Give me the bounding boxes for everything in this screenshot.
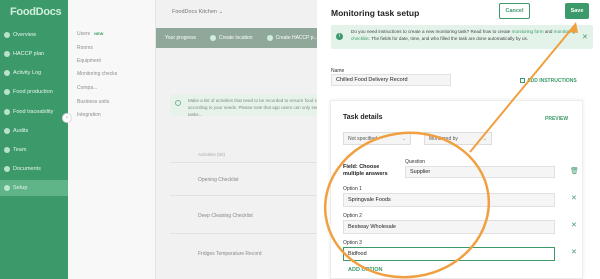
sidebar-item-label: Team [13, 147, 27, 153]
preview-button[interactable]: PREVIEW [545, 116, 568, 122]
sidebar-item-activity-log[interactable]: Activity Log [0, 66, 68, 80]
add-option-button[interactable]: ADD OPTION [348, 267, 383, 273]
tip-text: Make a list of activities that need to b… [188, 98, 331, 117]
info-text-part: Do you need instructions to create a new… [351, 29, 512, 34]
sidebar-item-setup[interactable]: Setup [0, 180, 68, 196]
sidebar-item-overview[interactable]: Overview [0, 28, 68, 42]
option-label: Option 1 [343, 186, 362, 192]
check-icon [266, 35, 273, 41]
option-field[interactable] [343, 220, 555, 234]
option-label: Option 2 [343, 213, 362, 219]
progress-step-label: Create HACCP p... [275, 35, 318, 41]
frequency-select[interactable]: Not specified ⌄ [343, 132, 411, 145]
remove-option-icon[interactable]: ✕ [571, 221, 577, 229]
subnav-item-monitoring-checks[interactable]: Monitoring checks [77, 71, 117, 77]
documents-icon [4, 166, 10, 172]
food-production-icon [4, 89, 10, 95]
sidebar-item-label: Setup [13, 185, 28, 191]
activity-row[interactable]: Fridges Temperature Record [198, 251, 262, 257]
sidebar-item-label: Food production [13, 89, 53, 95]
remove-option-icon[interactable]: ✕ [571, 248, 577, 256]
chevron-down-icon: ⌄ [218, 9, 224, 15]
activity-log-icon [4, 70, 10, 76]
collapse-sidebar-button[interactable]: ‹ [62, 113, 72, 123]
activities-header: Activities (50) [198, 152, 226, 157]
select-value: Not specified [348, 136, 377, 142]
info-text-part: and [543, 29, 554, 34]
progress-step[interactable]: Create location [209, 35, 253, 41]
task-details-card: Task details PREVIEW Not specified ⌄ Moni… [330, 100, 583, 279]
sidebar-item-documents[interactable]: Documents [0, 162, 68, 176]
traceability-icon [4, 109, 10, 115]
sidebar-item-food-production[interactable]: Food production [0, 85, 68, 99]
check-icon [209, 35, 216, 41]
option-field[interactable] [343, 193, 555, 207]
subnav-item-users[interactable]: Users NEW [77, 31, 103, 37]
cancel-button[interactable]: Cancel [499, 3, 530, 19]
instructions-info-box: i Do you need instructions to create a n… [331, 25, 593, 49]
sidebar-item-label: Overview [13, 32, 36, 38]
task-details-title: Task details [343, 114, 383, 121]
location-selector[interactable]: FoodDocs Kitchen ⌄ [172, 9, 223, 15]
progress-step[interactable]: Create HACCP p... [266, 35, 318, 41]
option-label: Option 3 [343, 240, 362, 246]
progress-label: Your progress [165, 35, 196, 41]
app-sidebar: FoodDocs Overview HACCP plan Activity Lo… [0, 0, 68, 279]
gear-icon [4, 185, 10, 191]
info-icon: i [336, 33, 343, 40]
monitored-by-select[interactable]: Monitored by ⌄ [424, 132, 492, 145]
subnav-item-integration[interactable]: Integration [77, 112, 101, 118]
activity-row[interactable]: Deep Cleaning Checklist [198, 213, 253, 219]
field-type-label: Field: Choose multiple answers [343, 164, 388, 177]
remove-option-icon[interactable]: ✕ [571, 194, 577, 202]
subnav-item-company[interactable]: Compa... [77, 85, 97, 91]
setup-subnav: Users NEW Rooms Equipment Monitoring chec… [68, 0, 156, 279]
save-button[interactable]: Save [565, 3, 589, 19]
subnav-item-business-units[interactable]: Business units [77, 99, 109, 105]
progress-step-label: Create location [218, 35, 253, 41]
new-badge: NEW [94, 31, 104, 36]
info-text-part: . The fields for date, time, and who fil… [368, 36, 529, 42]
sidebar-item-food-traceability[interactable]: Food traceability [0, 105, 68, 119]
question-label: Question [405, 159, 426, 165]
trash-icon[interactable]: 🗑 [570, 167, 579, 175]
sidebar-item-label: Documents [13, 166, 41, 172]
sidebar-item-label: Audits [13, 128, 29, 134]
add-instructions-label: ADD INSTRUCTIONS [527, 78, 577, 84]
subnav-item-label: Users [77, 31, 91, 37]
option-field[interactable] [343, 247, 555, 261]
audits-icon [4, 128, 10, 134]
subnav-item-rooms[interactable]: Rooms [77, 45, 93, 51]
sidebar-item-haccp-plan[interactable]: HACCP plan [0, 47, 68, 61]
name-field[interactable] [331, 74, 451, 86]
question-field[interactable] [405, 166, 555, 178]
close-icon[interactable]: ✕ [582, 33, 588, 41]
add-instructions-button[interactable]: ADD INSTRUCTIONS [520, 78, 577, 84]
overview-icon [4, 32, 10, 38]
app-logo[interactable]: FoodDocs [10, 6, 62, 18]
haccp-icon [4, 51, 10, 57]
chevron-down-icon: ⌄ [482, 136, 487, 142]
sidebar-item-audits[interactable]: Audits [0, 124, 68, 138]
location-name: FoodDocs Kitchen [172, 9, 217, 15]
activity-row[interactable]: Opening Checklist [198, 177, 239, 183]
info-icon [175, 100, 181, 106]
sidebar-item-label: HACCP plan [13, 51, 45, 57]
chevron-down-icon: ⌄ [401, 136, 406, 142]
sidebar-item-label: Activity Log [13, 70, 42, 76]
panel-title: Monitoring task setup [331, 8, 420, 18]
add-instructions-icon [520, 78, 525, 83]
activities-tip: Make a list of activities that need to b… [170, 94, 340, 117]
select-value: Monitored by [429, 136, 458, 142]
sidebar-item-team[interactable]: Team [0, 143, 68, 157]
team-icon [4, 147, 10, 153]
info-text: Do you need instructions to create a new… [351, 28, 577, 42]
subnav-item-equipment[interactable]: Equipment [77, 58, 101, 64]
monitoring-form-link[interactable]: monitoring form [512, 29, 544, 34]
sidebar-item-label: Food traceability [13, 109, 54, 115]
